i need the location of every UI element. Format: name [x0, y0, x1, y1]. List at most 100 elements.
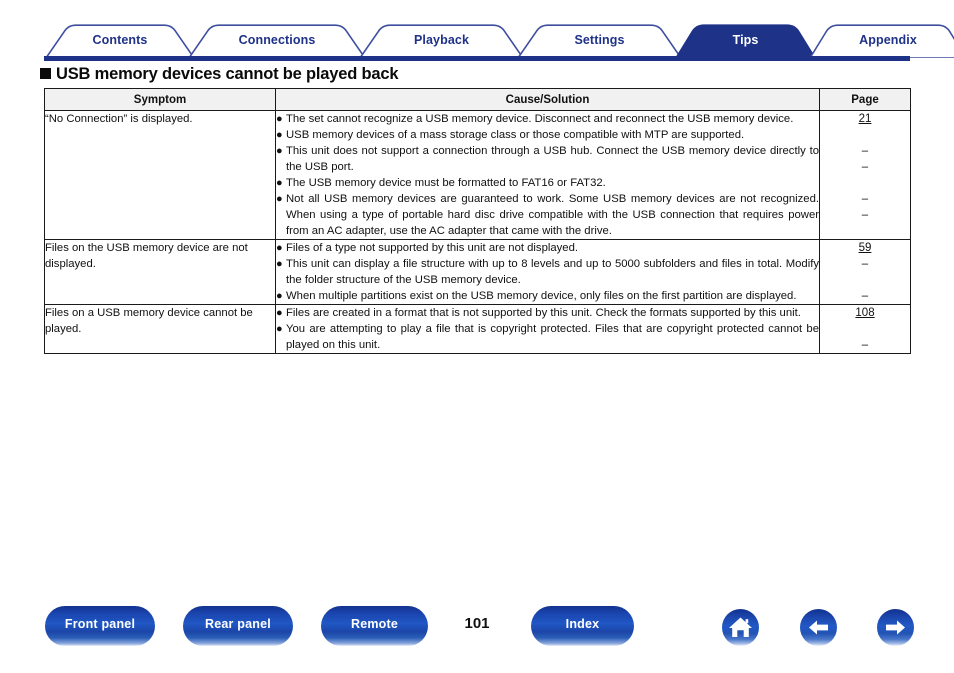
table-row: Files on the USB memory device are not d… — [44, 239, 911, 305]
tab-connections[interactable]: Connections — [187, 24, 367, 58]
page-ref-value: – — [861, 209, 869, 221]
left-arrow-glyph — [809, 620, 828, 635]
column-header-page: Page — [819, 88, 911, 111]
list-item: ● Files are created in a format that is … — [276, 305, 819, 321]
page-ref-value: – — [861, 161, 869, 173]
list-item-text: When multiple partitions exist on the US… — [286, 290, 797, 302]
rear-panel-label: Rear panel — [205, 617, 271, 631]
tab-appendix[interactable]: Appendix — [808, 24, 954, 58]
cell-page: 108 – — [819, 304, 911, 354]
page-ref: – — [820, 256, 910, 272]
list-item: ● Files of a type not supported by this … — [276, 240, 819, 256]
remote-button[interactable]: Remote — [321, 606, 428, 646]
tab-shape — [45, 24, 195, 58]
list-item-text: This unit can display a file structure w… — [286, 258, 819, 286]
list-item-text: Files are created in a format that is no… — [286, 307, 801, 319]
home-icon[interactable] — [722, 609, 759, 646]
home-glyph — [729, 617, 752, 637]
page-ref: – — [820, 207, 910, 223]
bullet-dot-icon: ● — [276, 242, 283, 254]
cell-symptom: Files on the USB memory device are not d… — [44, 239, 276, 305]
bullet-dot-icon: ● — [276, 307, 283, 319]
page-ref-value: – — [861, 258, 869, 270]
tab-shape — [359, 24, 524, 58]
table-header-row: Symptom Cause/Solution Page — [44, 88, 911, 111]
cell-symptom: Files on a USB memory device cannot be p… — [44, 304, 276, 354]
tab-shape — [188, 24, 366, 58]
index-button[interactable]: Index — [531, 606, 634, 646]
tab-settings[interactable]: Settings — [516, 24, 683, 58]
page-ref-value[interactable]: 108 — [855, 307, 874, 319]
cell-page: 59 – – — [819, 239, 911, 305]
page-ref: – — [820, 143, 910, 159]
page-ref-value: – — [861, 290, 869, 302]
troubleshooting-table-wrapper: Symptom Cause/Solution Page “No Connecti… — [44, 88, 911, 354]
tab-tips[interactable]: Tips — [674, 24, 817, 58]
page-ref: – — [820, 159, 910, 175]
list-item: ● You are attempting to play a file that… — [276, 321, 819, 353]
bullet-dot-icon: ● — [276, 290, 283, 302]
index-label: Index — [565, 617, 600, 631]
page-title: USB memory devices cannot be played back — [40, 65, 399, 84]
manual-page: Contents Connections Playback Settings T — [0, 0, 954, 673]
bullet-dot-icon: ● — [276, 193, 283, 205]
table-row: Files on a USB memory device cannot be p… — [44, 304, 911, 354]
list-item: ● The set cannot recognize a USB memory … — [276, 111, 819, 127]
table-row: “No Connection” is displayed. ● The set … — [44, 110, 911, 240]
list-item-text: USB memory devices of a mass storage cla… — [286, 129, 745, 141]
page-ref-value[interactable]: 59 — [859, 242, 872, 254]
list-item-text: You are attempting to play a file that i… — [286, 323, 819, 351]
page-spacer — [820, 127, 910, 143]
front-panel-button[interactable]: Front panel — [45, 606, 155, 646]
page-ref-value: – — [861, 145, 869, 157]
list-item-text: Files of a type not supported by this un… — [286, 242, 579, 254]
page-title-text: USB memory devices cannot be played back — [56, 65, 399, 83]
column-header-symptom: Symptom — [44, 88, 276, 111]
list-item-text: The set cannot recognize a USB memory de… — [286, 113, 794, 125]
cell-cause: ● The set cannot recognize a USB memory … — [275, 110, 820, 240]
troubleshooting-table: Symptom Cause/Solution Page “No Connecti… — [44, 88, 911, 354]
column-header-cause: Cause/Solution — [275, 88, 820, 111]
tab-contents[interactable]: Contents — [44, 24, 196, 58]
page-ref-link[interactable]: 59 — [820, 240, 910, 256]
bullet-dot-icon: ● — [276, 323, 283, 335]
cell-cause: ● Files of a type not supported by this … — [275, 239, 820, 305]
cell-page: 21 – – – – — [819, 110, 911, 240]
cell-cause: ● Files are created in a format that is … — [275, 304, 820, 354]
page-ref: – — [820, 288, 910, 304]
page-ref-link[interactable]: 108 — [820, 305, 910, 321]
list-item: ● Not all USB memory devices are guarant… — [276, 191, 819, 239]
list-item: ● This unit does not support a connectio… — [276, 143, 819, 175]
page-spacer — [820, 272, 910, 288]
bullet-dot-icon: ● — [276, 129, 283, 141]
tab-bar-underline — [44, 56, 910, 61]
page-spacer — [820, 175, 910, 191]
tab-shape — [675, 24, 816, 58]
list-item: ● The USB memory device must be formatte… — [276, 175, 819, 191]
page-ref-value: – — [861, 193, 869, 205]
right-arrow-glyph — [886, 620, 905, 635]
page-ref: – — [820, 191, 910, 207]
tab-playback[interactable]: Playback — [358, 24, 525, 58]
bullet-dot-icon: ● — [276, 258, 283, 270]
footer-nav: Front panel Rear panel Remote 101 Index — [0, 606, 954, 652]
bullet-dot-icon: ● — [276, 145, 283, 157]
tab-shape — [517, 24, 682, 58]
bullet-dot-icon: ● — [276, 177, 283, 189]
page-ref-link[interactable]: 21 — [820, 111, 910, 127]
next-arrow-icon[interactable] — [877, 609, 914, 646]
page-ref-value: – — [861, 339, 869, 351]
back-arrow-icon[interactable] — [800, 609, 837, 646]
tab-shape — [809, 24, 954, 58]
square-bullet-icon — [40, 68, 51, 79]
remote-label: Remote — [350, 617, 399, 631]
page-spacer — [820, 321, 910, 337]
page-ref-value[interactable]: 21 — [859, 113, 872, 125]
page-number: 101 — [464, 615, 490, 632]
rear-panel-button[interactable]: Rear panel — [183, 606, 293, 646]
list-item: ● This unit can display a file structure… — [276, 256, 819, 288]
front-panel-label: Front panel — [64, 617, 136, 631]
list-item: ● USB memory devices of a mass storage c… — [276, 127, 819, 143]
bullet-dot-icon: ● — [276, 113, 283, 125]
list-item: ● When multiple partitions exist on the … — [276, 288, 819, 304]
